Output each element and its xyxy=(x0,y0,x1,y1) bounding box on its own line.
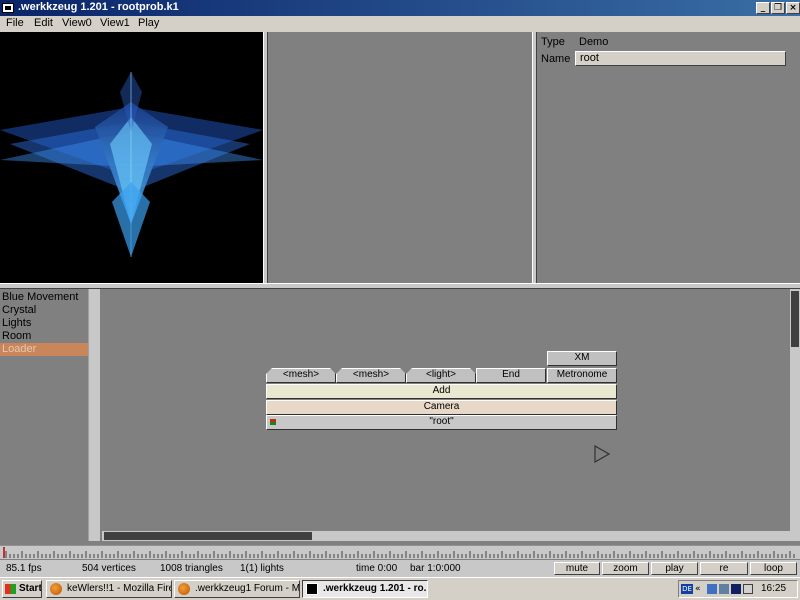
status-bar-position: bar 1:0:000 xyxy=(410,563,461,574)
task-werkkzeug[interactable]: .werkkzeug 1.201 - ro... xyxy=(302,580,428,598)
page-item-room[interactable]: Room xyxy=(0,330,88,343)
network-icon[interactable] xyxy=(707,584,717,594)
status-vertices: 504 vertices xyxy=(82,563,136,574)
op-mesh-1[interactable]: <mesh> xyxy=(266,368,336,383)
loop-button[interactable]: loop xyxy=(750,562,797,575)
op-add-label: Add xyxy=(432,385,451,396)
re-button[interactable]: re xyxy=(700,562,748,575)
system-tray: DE « 16:25 xyxy=(678,580,798,598)
window-title: .werkkzeug 1.201 - rootprob.k1 xyxy=(18,1,179,13)
editor-horizontal-scroll-thumb[interactable] xyxy=(104,532,312,540)
task-firefox-forum-label: .werkkzeug1 Forum - Mo... xyxy=(195,583,300,594)
task-firefox-kewlers[interactable]: keWlers!!1 - Mozilla Firefox xyxy=(46,580,172,598)
menu-view1[interactable]: View1 xyxy=(100,17,130,29)
firefox-icon xyxy=(178,583,190,595)
op-end-label: End xyxy=(502,369,520,380)
timeline-ruler[interactable] xyxy=(0,545,800,559)
app-icon xyxy=(2,3,14,13)
page-item-crystal[interactable]: Crystal xyxy=(0,304,88,317)
page-item-blue-movement[interactable]: Blue Movement xyxy=(0,291,88,304)
task-firefox-kewlers-label: keWlers!!1 - Mozilla Firefox xyxy=(67,583,171,594)
op-root-label: "root" xyxy=(429,416,454,427)
op-light[interactable]: <light> xyxy=(406,368,476,383)
name-label: Name xyxy=(541,53,571,65)
op-mesh-2-label: <mesh> xyxy=(352,369,390,380)
op-metronome[interactable]: Metronome xyxy=(547,368,617,383)
op-root-marker-green xyxy=(270,422,276,425)
close-button[interactable]: × xyxy=(786,2,800,14)
clock: 16:25 xyxy=(761,583,787,594)
type-label: Type xyxy=(541,36,565,48)
menu-edit[interactable]: Edit xyxy=(34,17,53,29)
op-camera-label: Camera xyxy=(423,401,460,412)
mute-button[interactable]: mute xyxy=(554,562,600,575)
status-time: time 0:00 xyxy=(356,563,398,574)
menu-play[interactable]: Play xyxy=(138,17,159,29)
status-triangles: 1008 triangles xyxy=(160,563,223,574)
op-light-label: <light> xyxy=(425,369,457,380)
language-indicator[interactable]: DE xyxy=(681,584,693,594)
op-end[interactable]: End xyxy=(476,368,546,383)
page-item-lights[interactable]: Lights xyxy=(0,317,88,330)
windows-logo-icon xyxy=(5,584,16,594)
status-lights: 1(1) lights xyxy=(240,563,284,574)
timeline-ticks xyxy=(3,547,795,558)
editor-vertical-scroll-thumb[interactable] xyxy=(791,291,799,347)
werkkzeug-icon xyxy=(306,583,318,595)
op-camera[interactable]: Camera xyxy=(266,400,617,415)
op-add[interactable]: Add xyxy=(266,384,617,399)
play-button[interactable]: play xyxy=(651,562,698,575)
page-list-scrollbar[interactable] xyxy=(88,289,100,541)
secondary-view xyxy=(268,32,532,283)
properties-panel: Type Demo Name root xyxy=(537,32,800,283)
restore-button[interactable]: ❐ xyxy=(771,2,785,14)
preview-viewport[interactable] xyxy=(0,32,263,283)
operator-editor[interactable]: XM <mesh> <mesh> <light> End Metronome A… xyxy=(102,289,790,531)
title-bar: .werkkzeug 1.201 - rootprob.k1 _ ❐ × xyxy=(0,0,800,16)
status-bar: 85.1 fps 504 vertices 1008 triangles 1(1… xyxy=(0,560,800,577)
start-label: Start xyxy=(19,583,42,594)
tray-expand-icon[interactable]: « xyxy=(695,584,705,594)
op-root[interactable]: "root" xyxy=(266,415,617,430)
menu-bar: File Edit View0 View1 Play xyxy=(0,16,800,32)
preview-mesh-render xyxy=(0,72,263,257)
volume-icon[interactable] xyxy=(743,584,753,594)
zoom-button[interactable]: zoom xyxy=(602,562,649,575)
op-mesh-2[interactable]: <mesh> xyxy=(336,368,406,383)
tray-app-icon[interactable] xyxy=(719,584,729,594)
status-fps: 85.1 fps xyxy=(6,563,42,574)
name-field[interactable]: root xyxy=(575,51,786,66)
task-werkkzeug-label: .werkkzeug 1.201 - ro... xyxy=(323,583,428,594)
op-metronome-label: Metronome xyxy=(556,369,608,380)
type-value: Demo xyxy=(579,36,609,48)
page-item-loader[interactable]: Loader xyxy=(0,343,88,356)
op-xm-label: XM xyxy=(574,352,590,363)
play-cursor-icon xyxy=(594,444,611,464)
page-list: Blue Movement Crystal Lights Room Loader xyxy=(0,289,88,541)
op-xm[interactable]: XM xyxy=(547,351,617,366)
taskbar: Start keWlers!!1 - Mozilla Firefox .werk… xyxy=(0,577,800,600)
menu-file[interactable]: File xyxy=(6,17,24,29)
task-firefox-forum[interactable]: .werkkzeug1 Forum - Mo... xyxy=(174,580,300,598)
menu-view0[interactable]: View0 xyxy=(62,17,92,29)
start-button[interactable]: Start xyxy=(2,580,42,598)
op-mesh-1-label: <mesh> xyxy=(282,369,320,380)
minimize-button[interactable]: _ xyxy=(756,2,770,14)
tray-monitor-icon[interactable] xyxy=(731,584,741,594)
firefox-icon xyxy=(50,583,62,595)
